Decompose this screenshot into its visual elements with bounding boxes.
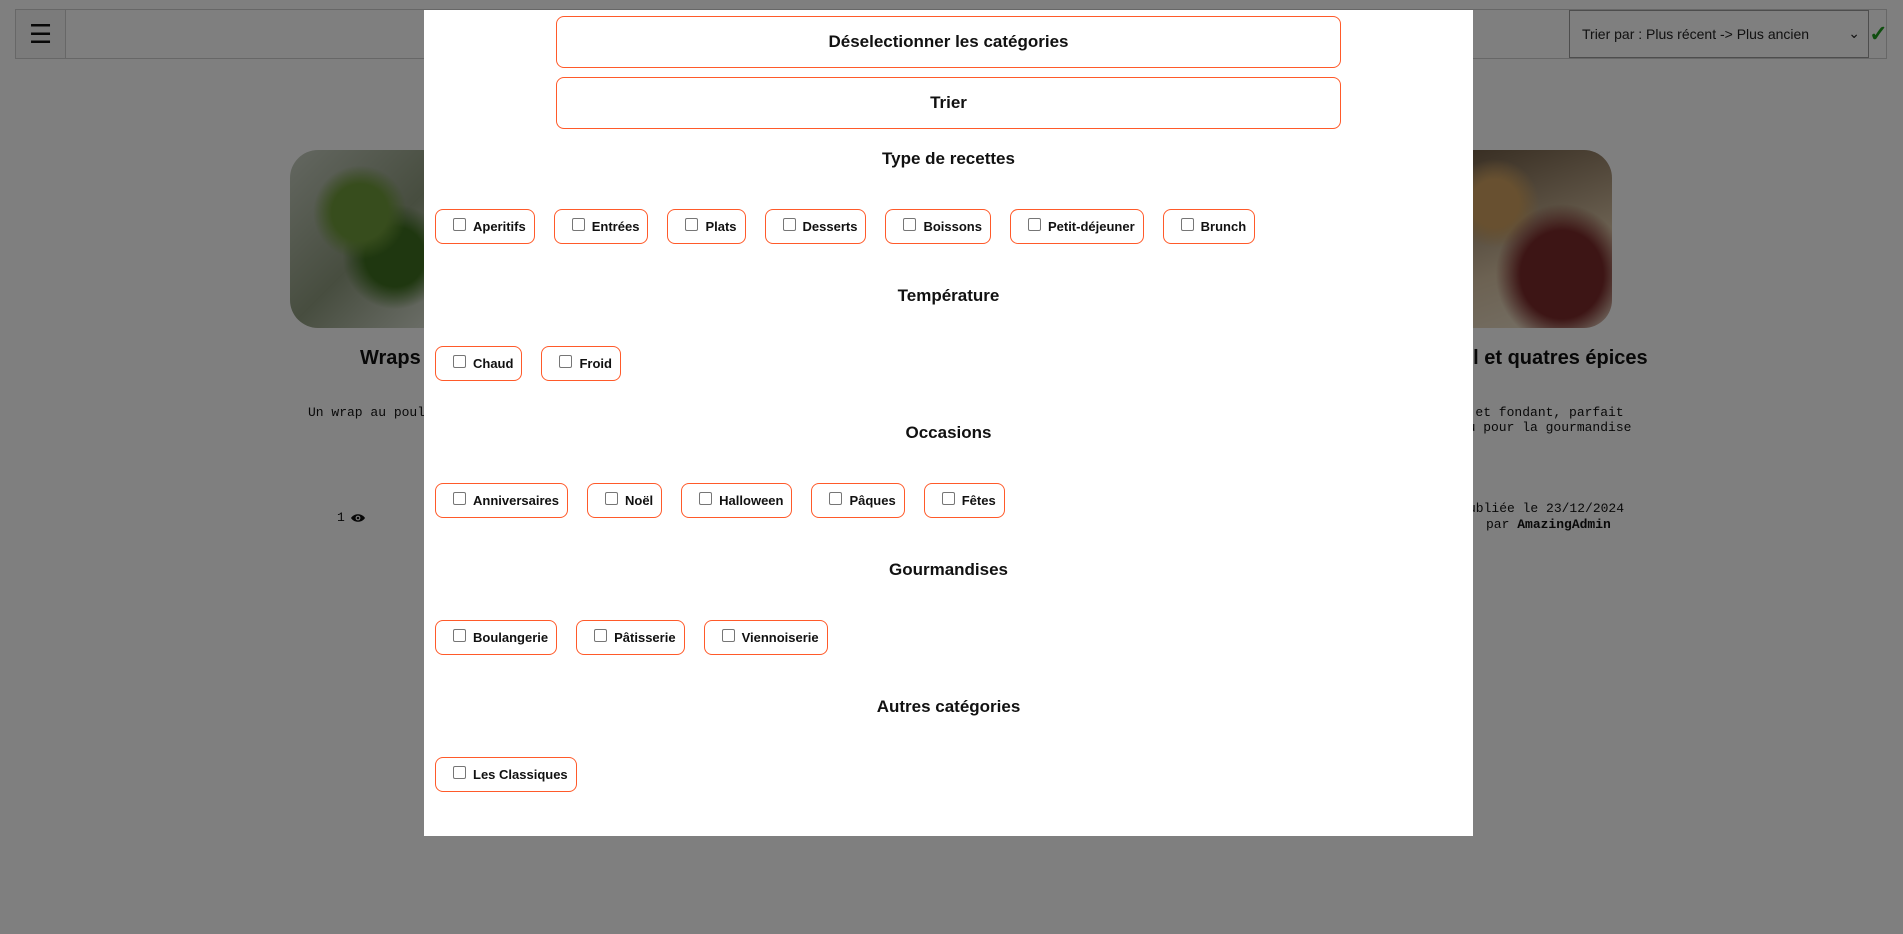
chip-label: Desserts — [802, 219, 858, 234]
category-chip[interactable]: Pâtisserie — [576, 620, 685, 655]
chip-label: Anniversaires — [473, 493, 559, 508]
chip-label: Plats — [705, 219, 737, 234]
checkbox[interactable] — [453, 355, 466, 368]
checkbox[interactable] — [594, 629, 608, 642]
section-title-autres: Autres catégories — [876, 697, 1021, 716]
chip-label: Entrées — [591, 219, 640, 234]
chip-label: Halloween — [719, 493, 784, 508]
checkbox[interactable] — [1180, 218, 1194, 231]
chip-label: Petit-déjeuner — [1047, 219, 1135, 234]
category-chip[interactable]: Anniversaires — [435, 483, 568, 518]
chip-label: Pâques — [849, 493, 896, 508]
chip-label: Les Classiques — [473, 767, 568, 782]
checkbox[interactable] — [685, 218, 699, 231]
checkbox[interactable] — [453, 218, 466, 231]
category-chip[interactable]: Boissons — [885, 209, 991, 244]
chip-label: Aperitifs — [473, 219, 526, 234]
checkbox[interactable] — [559, 355, 573, 368]
category-chip[interactable]: Halloween — [681, 483, 793, 518]
category-chip[interactable]: Plats — [667, 209, 746, 244]
checkbox[interactable] — [453, 766, 466, 779]
checkbox[interactable] — [903, 218, 917, 231]
category-filter-modal: Déselectionner les catégories Trier Type… — [424, 10, 1473, 836]
checkbox[interactable] — [453, 492, 466, 505]
category-chip[interactable]: Viennoiserie — [703, 620, 828, 655]
section-title-gourmandises: Gourmandises — [888, 560, 1009, 579]
category-chip[interactable]: Entrées — [553, 209, 649, 244]
checkbox[interactable] — [605, 492, 618, 505]
chip-row-type: Aperitifs Entrées Plats Desserts Boisson… — [435, 209, 1256, 244]
chip-label: Pâtisserie — [614, 630, 676, 645]
category-chip[interactable]: Froid — [541, 346, 621, 381]
chip-label: Fêtes — [961, 493, 996, 508]
chip-label: Froid — [579, 356, 612, 371]
checkbox[interactable] — [1027, 218, 1041, 231]
checkbox[interactable] — [782, 218, 796, 231]
chip-label: Noël — [625, 493, 654, 508]
category-chip[interactable]: Les Classiques — [435, 757, 577, 792]
checkbox[interactable] — [699, 492, 713, 505]
chip-label: Brunch — [1200, 219, 1247, 234]
chip-row-temperature: Chaud Froid — [435, 346, 621, 381]
chip-label: Boulangerie — [473, 630, 549, 645]
chip-row-occasions: Anniversaires Noël Halloween Pâques Fête… — [435, 483, 1005, 518]
section-title-type: Type de recettes — [882, 149, 1015, 168]
category-chip[interactable]: Petit-déjeuner — [1009, 209, 1144, 244]
category-chip[interactable]: Brunch — [1162, 209, 1256, 244]
checkbox[interactable] — [941, 492, 955, 505]
section-title-temperature: Température — [897, 286, 1000, 305]
checkbox[interactable] — [721, 629, 735, 642]
category-chip[interactable]: Boulangerie — [435, 620, 558, 655]
chip-row-gourmandises: Boulangerie Pâtisserie Viennoiserie — [435, 620, 828, 655]
sort-button[interactable]: Trier — [556, 77, 1341, 129]
chip-label: Chaud — [473, 356, 514, 371]
chip-label: Viennoiserie — [741, 630, 819, 645]
checkbox[interactable] — [571, 218, 585, 231]
checkbox[interactable] — [453, 629, 466, 642]
category-chip[interactable]: Aperitifs — [435, 209, 535, 244]
category-chip[interactable]: Fêtes — [923, 483, 1005, 518]
checkbox[interactable] — [829, 492, 843, 505]
deselect-categories-button[interactable]: Déselectionner les catégories — [556, 16, 1341, 68]
chip-row-autres: Les Classiques — [435, 757, 577, 792]
section-title-occasions: Occasions — [905, 423, 992, 442]
chip-label: Boissons — [923, 219, 982, 234]
category-chip[interactable]: Chaud — [435, 346, 523, 381]
category-chip[interactable]: Noël — [587, 483, 663, 518]
category-chip[interactable]: Pâques — [811, 483, 905, 518]
category-chip[interactable]: Desserts — [764, 209, 867, 244]
